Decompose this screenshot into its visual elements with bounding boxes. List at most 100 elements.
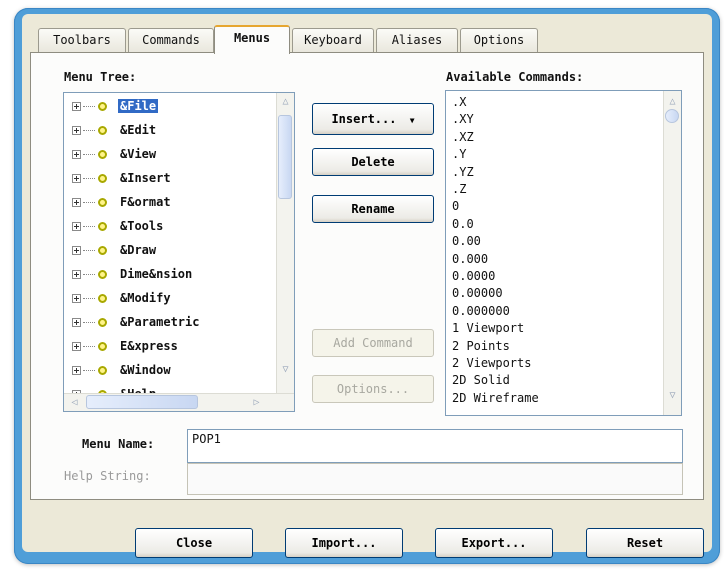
menu-name-field[interactable]: POP1 [187, 429, 683, 463]
menu-tree-item[interactable]: &Tools [72, 217, 165, 235]
command-list-item[interactable]: 0.000000 [452, 304, 510, 318]
menu-tree-item[interactable]: &File [72, 97, 159, 115]
menu-tree-item-label: &Window [120, 363, 171, 377]
command-list-item[interactable]: 0.00 [452, 234, 481, 248]
menu-tree-item[interactable]: &Edit [72, 121, 158, 139]
tab-toolbars[interactable]: Toolbars [38, 28, 126, 52]
tree-scroll-thumb[interactable] [278, 115, 292, 199]
tab-keyboard[interactable]: Keyboard [292, 28, 374, 52]
command-list-item[interactable]: 2 Viewports [452, 356, 531, 370]
tree-connector [83, 297, 95, 299]
tree-horizontal-scrollbar[interactable]: ◁ ▷ [64, 393, 294, 411]
command-list-item[interactable]: 0.00000 [452, 286, 503, 300]
scroll-left-icon[interactable]: ◁ [68, 396, 81, 409]
menu-tree-item[interactable]: Dime&nsion [72, 265, 194, 283]
command-list-item[interactable]: 2D Solid [452, 373, 510, 387]
menu-node-icon [98, 269, 107, 279]
command-list-item[interactable]: 2D Wireframe [452, 391, 539, 405]
menu-node-icon [98, 101, 107, 111]
rename-button[interactable]: Rename [312, 195, 434, 223]
tree-connector [83, 345, 95, 347]
menu-tree-item-label: &Tools [120, 219, 164, 233]
tab-options[interactable]: Options [460, 28, 538, 52]
add-command-button[interactable]: Add Command [312, 329, 434, 357]
menu-tree-item-label: &Parametric [120, 315, 200, 329]
reset-button[interactable]: Reset [586, 528, 704, 558]
scroll-down-icon[interactable]: ▽ [279, 363, 292, 376]
menu-tree-item[interactable]: &Window [72, 361, 173, 379]
tree-connector [83, 321, 95, 323]
command-list-item[interactable]: .YZ [452, 165, 474, 179]
command-list-item[interactable]: .XY [452, 112, 474, 126]
tree-connector [83, 153, 95, 155]
menu-tree-label: Menu Tree: [64, 70, 137, 84]
expand-plus-icon[interactable] [72, 341, 81, 351]
expand-plus-icon[interactable] [72, 245, 81, 255]
menu-node-icon [98, 125, 107, 135]
command-list-item[interactable]: .Y [452, 147, 466, 161]
expand-plus-icon[interactable] [72, 365, 81, 375]
menu-tree-item[interactable]: &Parametric [72, 313, 201, 331]
expand-plus-icon[interactable] [72, 101, 81, 111]
menu-tree-item[interactable]: F&ormat [72, 193, 173, 211]
tab-menus[interactable]: Menus [214, 25, 290, 54]
available-commands-label: Available Commands: [446, 70, 584, 84]
tab-aliases[interactable]: Aliases [376, 28, 458, 52]
command-list-item[interactable]: 0.000 [452, 252, 488, 266]
menu-node-icon [98, 245, 107, 255]
options-button[interactable]: Options... [312, 375, 434, 403]
scroll-up-icon[interactable]: △ [666, 95, 679, 108]
help-string-label: Help String: [64, 469, 151, 483]
expand-plus-icon[interactable] [72, 173, 81, 183]
menu-tree-item-label: &Modify [120, 291, 171, 305]
tree-hscroll-thumb[interactable] [86, 395, 198, 409]
menu-tree-item-label: &File [118, 99, 159, 113]
export-button[interactable]: Export... [435, 528, 553, 558]
insert-button[interactable]: Insert... ▼ [312, 103, 434, 135]
command-list-item[interactable]: .XZ [452, 130, 474, 144]
tab-commands[interactable]: Commands [128, 28, 214, 52]
menu-tree-item-label: Dime&nsion [120, 267, 193, 281]
menu-node-icon [98, 173, 107, 183]
expand-plus-icon[interactable] [72, 269, 81, 279]
menu-tree-item[interactable]: &View [72, 145, 158, 163]
tree-vertical-scrollbar[interactable]: △ ▽ [276, 93, 294, 411]
command-list-item[interactable]: .Z [452, 182, 466, 196]
tree-connector [83, 201, 95, 203]
expand-plus-icon[interactable] [72, 149, 81, 159]
tree-connector [83, 129, 95, 131]
help-string-field[interactable] [187, 463, 683, 495]
expand-plus-icon[interactable] [72, 293, 81, 303]
command-list-item[interactable]: 0.0 [452, 217, 474, 231]
menu-tree-item[interactable]: E&xpress [72, 337, 180, 355]
menu-tree-item[interactable]: &Draw [72, 241, 158, 259]
menu-tree-item[interactable]: &Modify [72, 289, 173, 307]
expand-plus-icon[interactable] [72, 197, 81, 207]
expand-plus-icon[interactable] [72, 125, 81, 135]
commands-vertical-scrollbar[interactable]: △ ▽ [663, 91, 681, 415]
menu-tree-item-label: &Insert [120, 171, 171, 185]
menu-tree-item-label: &Draw [120, 243, 157, 257]
chevron-down-icon: ▼ [409, 116, 415, 125]
scroll-right-icon[interactable]: ▷ [250, 396, 263, 409]
tree-connector [83, 177, 95, 179]
command-list-item[interactable]: 0 [452, 199, 459, 213]
commands-scroll-thumb[interactable] [665, 109, 679, 123]
delete-button[interactable]: Delete [312, 148, 434, 176]
expand-plus-icon[interactable] [72, 221, 81, 231]
import-button[interactable]: Import... [285, 528, 403, 558]
menu-node-icon [98, 293, 107, 303]
scroll-down-icon[interactable]: ▽ [666, 389, 679, 402]
menu-tree[interactable]: &File &Edit &View &Insert F&ormat &Tools &Draw… [63, 92, 295, 412]
close-button[interactable]: Close [135, 528, 253, 558]
command-list-item[interactable]: 0.0000 [452, 269, 495, 283]
menu-tree-item[interactable]: &Insert [72, 169, 173, 187]
menu-name-label: Menu Name: [82, 437, 155, 451]
tree-connector [83, 225, 95, 227]
command-list-item[interactable]: 1 Viewport [452, 321, 524, 335]
expand-plus-icon[interactable] [72, 317, 81, 327]
command-list-item[interactable]: .X [452, 95, 466, 109]
command-list-item[interactable]: 2 Points [452, 339, 510, 353]
available-commands-list[interactable]: .X .XY .XZ .Y .YZ .Z 0 0.0 0.00 0.000 0.0000 0.0000… [445, 90, 682, 416]
scroll-up-icon[interactable]: △ [279, 95, 292, 108]
